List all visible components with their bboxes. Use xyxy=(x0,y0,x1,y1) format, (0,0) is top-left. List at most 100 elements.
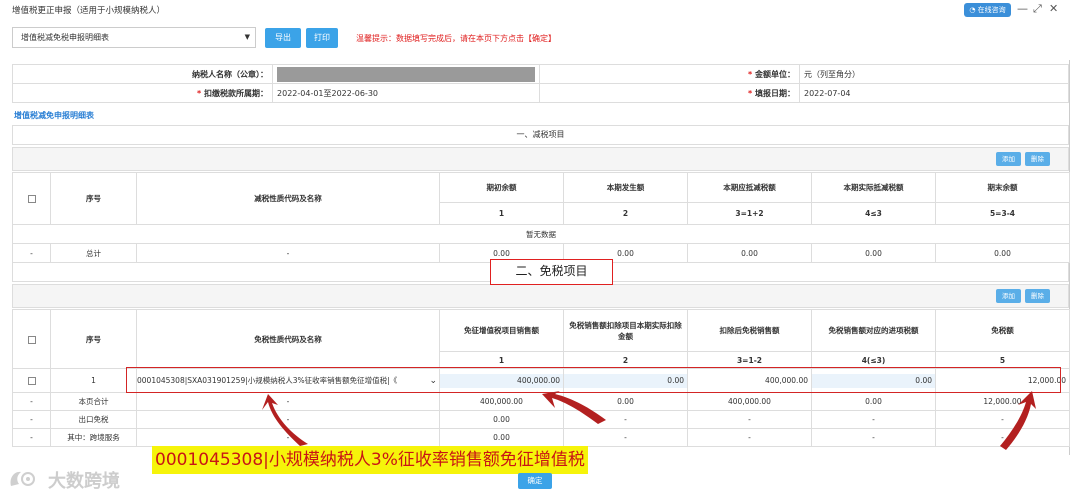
select-all-checkbox[interactable] xyxy=(27,195,36,203)
table-row: - 出口免税 - 0.00 - - - - xyxy=(12,410,1070,429)
print-button[interactable]: 打印 xyxy=(306,28,338,48)
fill-date-label-cell: * 填报日期： xyxy=(539,83,800,103)
row-dash: - xyxy=(12,428,51,447)
value-cell: 0.00 xyxy=(439,428,564,447)
reduction-table: 序号 减税性质代码及名称 期初余额 本期发生额 本期应抵减税额 本期实际抵减税额… xyxy=(12,172,1070,263)
col-exempt-sales: 免征增值税项目销售额 xyxy=(439,309,564,352)
value-cell: 0.00 xyxy=(811,392,936,411)
minimize-icon[interactable]: — xyxy=(1017,2,1028,16)
taxpayer-label-cell: 纳税人名称（公章）： xyxy=(11,64,274,84)
period-label-cell: * 扣缴税款所属期： xyxy=(11,83,274,103)
confirm-button[interactable]: 确定 xyxy=(518,473,552,489)
row-label: 总计 xyxy=(50,243,137,263)
maximize-icon[interactable]: ⤢ xyxy=(1033,2,1042,16)
select-all-checkbox[interactable] xyxy=(27,335,36,344)
value-cell: - xyxy=(563,428,688,447)
row-label: 本页合计 xyxy=(50,392,137,411)
online-consult-button[interactable]: ◔ 在线咨询 xyxy=(964,3,1011,17)
taxpayer-info-table: 纳税人名称（公章）： * 金额单位： 元（列至角分） * 扣缴税款所属期： 20… xyxy=(11,64,1069,103)
row-dash: - xyxy=(12,410,51,429)
taxpayer-name-cell xyxy=(272,64,541,84)
watermark-logo-icon xyxy=(10,471,35,486)
value-cell: 0.00 xyxy=(811,243,936,263)
value-cell: - xyxy=(687,410,812,429)
exemption-add-button[interactable]: 添加 xyxy=(996,289,1021,303)
value-cell: 400,000.00 xyxy=(439,392,564,411)
toolbar: 增值税减免税申报明细表 ▼ 导出 打印 温馨提示：数据填写完成后，请在本页下方点… xyxy=(0,22,1080,54)
headset-icon: ◔ xyxy=(969,6,976,14)
exemption-delete-button[interactable]: 删除 xyxy=(1025,289,1050,303)
formula-cell: 2 xyxy=(563,202,688,225)
row-seq: 1 xyxy=(50,368,137,393)
annotation-banner: 0001045308|小规模纳税人3%征收率销售额免征增值税 xyxy=(152,446,588,474)
no-data-cell: 暂无数据 xyxy=(12,224,1070,244)
value-cell: 0.00 xyxy=(687,243,812,263)
col-current-amount: 本期发生额 xyxy=(563,172,688,203)
reduction-toolbar-band xyxy=(12,147,1069,171)
row-code: - xyxy=(136,410,440,429)
col-closing-balance: 期末余额 xyxy=(935,172,1070,203)
select-all-cell xyxy=(12,309,51,369)
reduction-title-band: 一、减税项目 xyxy=(12,125,1069,145)
col-net-exempt-sales: 扣除后免税销售额 xyxy=(687,309,812,352)
formula-cell: 5 xyxy=(935,351,1070,369)
value-cell: 0.00 xyxy=(439,410,564,429)
reduction-title: 一、减税项目 xyxy=(516,130,565,139)
value-cell: - xyxy=(563,410,688,429)
value-cell: - xyxy=(935,410,1070,429)
col-code: 减税性质代码及名称 xyxy=(136,172,440,225)
formula-cell: 4≤3 xyxy=(811,202,936,225)
row-code: - xyxy=(136,392,440,411)
col-deduction-items: 免税销售额扣除项目本期实际扣除金额 xyxy=(563,309,688,352)
value-cell: - xyxy=(811,410,936,429)
export-button[interactable]: 导出 xyxy=(265,28,301,48)
row-checkbox-cell xyxy=(12,368,51,393)
title-bar: 增值税更正申报（适用于小规模纳税人） ◔ 在线咨询 — ⤢ ✕ xyxy=(0,0,1080,20)
currency-label-cell: * 金额单位： xyxy=(539,64,800,84)
highlight-row-box xyxy=(126,367,1061,393)
close-icon[interactable]: ✕ xyxy=(1049,2,1058,16)
form-select[interactable]: 增值税减免税申报明细表 ▼ xyxy=(12,27,256,48)
exemption-title-callout: 二、免税项目 xyxy=(490,259,613,285)
watermark-text: 大数跨境 xyxy=(48,471,120,492)
exemption-toolbar-band xyxy=(12,284,1069,308)
formula-cell: 3=1-2 xyxy=(687,351,812,369)
formula-cell: 1 xyxy=(439,202,564,225)
col-actual-deduction: 本期实际抵减税额 xyxy=(811,172,936,203)
currency-value: 元（列至角分） xyxy=(799,64,1069,84)
row-code: - xyxy=(136,428,440,447)
col-exempt-amount: 免税额 xyxy=(935,309,1070,352)
value-cell: 400,000.00 xyxy=(687,392,812,411)
value-cell: 0.00 xyxy=(563,392,688,411)
section-title: 增值税减免申报明细表 xyxy=(14,111,94,120)
reduction-delete-button[interactable]: 删除 xyxy=(1025,152,1050,166)
table-row: - 其中：跨境服务 - 0.00 - - - - xyxy=(12,428,1070,447)
period-value: 2022-04-01至2022-06-30 xyxy=(272,83,541,103)
warm-tip: 温馨提示：数据填写完成后，请在本页下方点击【确定】 xyxy=(356,34,556,43)
value-cell: - xyxy=(687,428,812,447)
chevron-down-icon: ▼ xyxy=(244,33,250,41)
formula-cell: 3=1+2 xyxy=(687,202,812,225)
value-cell: 12,000.00 xyxy=(935,392,1070,411)
row-code: - xyxy=(136,243,440,263)
select-all-cell xyxy=(12,172,51,225)
row-label: 出口免税 xyxy=(50,410,137,429)
col-deductible: 本期应抵减税额 xyxy=(687,172,812,203)
row-label: 其中：跨境服务 xyxy=(50,428,137,447)
fill-date-value: 2022-07-04 xyxy=(799,83,1069,103)
row-checkbox[interactable] xyxy=(27,377,36,385)
formula-cell: 2 xyxy=(563,351,688,369)
col-code: 免税性质代码及名称 xyxy=(136,309,440,369)
col-opening-balance: 期初余额 xyxy=(439,172,564,203)
col-seq: 序号 xyxy=(50,172,137,225)
value-cell: - xyxy=(935,428,1070,447)
formula-cell: 5=3-4 xyxy=(935,202,1070,225)
window-title: 增值税更正申报（适用于小规模纳税人） xyxy=(12,6,166,16)
value-cell: 0.00 xyxy=(935,243,1070,263)
reduction-add-button[interactable]: 添加 xyxy=(996,152,1021,166)
formula-cell: 4(≤3) xyxy=(811,351,936,369)
col-input-tax: 免税销售额对应的进项税额 xyxy=(811,309,936,352)
formula-cell: 1 xyxy=(439,351,564,369)
taxpayer-name-field[interactable] xyxy=(277,66,536,82)
col-seq: 序号 xyxy=(50,309,137,369)
